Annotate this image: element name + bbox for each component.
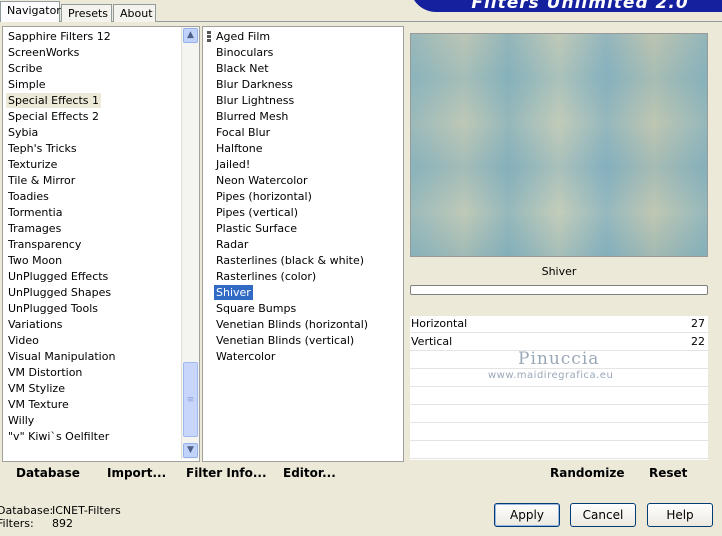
filter-item[interactable]: Venetian Blinds (vertical) bbox=[214, 333, 356, 348]
filter-item[interactable]: Pipes (vertical) bbox=[214, 205, 300, 220]
category-item[interactable]: Visual Manipulation bbox=[6, 349, 117, 364]
banner-title: Filters Unlimited 2.0 bbox=[471, 0, 689, 13]
reset-button[interactable]: Reset bbox=[649, 466, 687, 480]
category-item[interactable]: Tile & Mirror bbox=[6, 173, 77, 188]
parameter-grid: Horizontal 27 Vertical 22 bbox=[410, 316, 708, 460]
filter-item[interactable]: Blurred Mesh bbox=[214, 109, 290, 124]
filter-item[interactable]: Jailed! bbox=[214, 157, 252, 172]
editor-button[interactable]: Editor... bbox=[283, 466, 336, 480]
filter-item[interactable]: Square Bumps bbox=[214, 301, 298, 316]
category-item[interactable]: Transparency bbox=[6, 237, 83, 252]
preview-image bbox=[410, 33, 708, 257]
category-item[interactable]: Tramages bbox=[6, 221, 63, 236]
tab-about-label: About bbox=[120, 7, 153, 20]
scroll-thumb[interactable]: ≡ bbox=[183, 362, 198, 437]
filter-info-button[interactable]: Filter Info... bbox=[186, 466, 267, 480]
category-item[interactable]: UnPlugged Shapes bbox=[6, 285, 113, 300]
filter-item[interactable]: Neon Watercolor bbox=[214, 173, 310, 188]
watermark-url: www.maidiregrafica.eu bbox=[488, 370, 614, 381]
param-label: Vertical bbox=[411, 335, 453, 348]
filter-item[interactable]: Rasterlines (color) bbox=[214, 269, 318, 284]
tab-navigator-label: Navigator bbox=[7, 4, 61, 17]
param-row-empty bbox=[410, 406, 708, 423]
filter-name-label: Shiver bbox=[410, 262, 708, 282]
filter-item[interactable]: Shiver bbox=[214, 285, 253, 300]
category-item[interactable]: Teph's Tricks bbox=[6, 141, 79, 156]
category-scrollbar[interactable]: ▲ ≡ ▼ bbox=[181, 27, 199, 459]
randomize-button[interactable]: Randomize bbox=[550, 466, 624, 480]
database-info-value: ICNET-Filters bbox=[52, 504, 121, 517]
progress-bar bbox=[410, 285, 708, 295]
category-item[interactable]: Willy bbox=[6, 413, 36, 428]
category-item[interactable]: ScreenWorks bbox=[6, 45, 81, 60]
category-item[interactable]: UnPlugged Tools bbox=[6, 301, 100, 316]
cancel-button[interactable]: Cancel bbox=[570, 503, 636, 527]
tab-about[interactable]: About bbox=[113, 4, 156, 22]
filter-item[interactable]: Focal Blur bbox=[214, 125, 272, 140]
category-item[interactable]: "v" Kiwi`s Oelfilter bbox=[6, 429, 111, 444]
database-info-label: Database: bbox=[0, 504, 54, 517]
category-item[interactable]: Scribe bbox=[6, 61, 44, 76]
apply-button[interactable]: Apply bbox=[494, 503, 560, 527]
filter-item[interactable]: Blur Lightness bbox=[214, 93, 296, 108]
filter-item[interactable]: Watercolor bbox=[214, 349, 277, 364]
param-value: 27 bbox=[691, 317, 705, 330]
filter-list[interactable]: Aged Film Binoculars Black Net Blur Darknes… bbox=[202, 26, 404, 462]
param-row-empty bbox=[410, 424, 708, 441]
scroll-down-icon[interactable]: ▼ bbox=[183, 443, 198, 458]
list-grip-icon bbox=[207, 31, 212, 43]
category-item[interactable]: Toadies bbox=[6, 189, 51, 204]
category-item[interactable]: Sapphire Filters 12 bbox=[6, 29, 113, 44]
category-item[interactable]: Sybia bbox=[6, 125, 40, 140]
filter-item[interactable]: Halftone bbox=[214, 141, 265, 156]
help-button[interactable]: Help bbox=[647, 503, 713, 527]
tab-presets-label: Presets bbox=[68, 7, 109, 20]
watermark-name: Pinuccia bbox=[518, 349, 600, 369]
filter-item[interactable]: Pipes (horizontal) bbox=[214, 189, 314, 204]
category-item[interactable]: UnPlugged Effects bbox=[6, 269, 110, 284]
category-item[interactable]: VM Stylize bbox=[6, 381, 67, 396]
param-value: 22 bbox=[691, 335, 705, 348]
category-item[interactable]: Two Moon bbox=[6, 253, 64, 268]
category-item[interactable]: Video bbox=[6, 333, 41, 348]
filter-item[interactable]: Venetian Blinds (horizontal) bbox=[214, 317, 370, 332]
param-label: Horizontal bbox=[411, 317, 468, 330]
tab-navigator[interactable]: Navigator bbox=[0, 1, 61, 22]
category-item[interactable]: Tormentia bbox=[6, 205, 64, 220]
category-item[interactable]: VM Texture bbox=[6, 397, 71, 412]
category-item[interactable]: Texturize bbox=[6, 157, 59, 172]
app-banner: Filters Unlimited 2.0 bbox=[410, 0, 722, 13]
param-row-empty bbox=[410, 388, 708, 405]
filter-item[interactable]: Aged Film bbox=[214, 29, 272, 44]
filters-count-label: Filters: bbox=[0, 517, 34, 530]
category-item[interactable]: VM Distortion bbox=[6, 365, 84, 380]
filter-item[interactable]: Radar bbox=[214, 237, 250, 252]
import-button[interactable]: Import... bbox=[107, 466, 166, 480]
filter-item[interactable]: Rasterlines (black & white) bbox=[214, 253, 366, 268]
filter-item[interactable]: Blur Darkness bbox=[214, 77, 295, 92]
category-item[interactable]: Special Effects 1 bbox=[6, 93, 102, 108]
param-row-horizontal[interactable]: Horizontal 27 bbox=[410, 316, 708, 333]
tab-presets[interactable]: Presets bbox=[61, 4, 112, 22]
param-row-empty bbox=[410, 442, 708, 459]
filter-item[interactable]: Binoculars bbox=[214, 45, 275, 60]
category-item[interactable]: Special Effects 2 bbox=[6, 109, 101, 124]
filter-item[interactable]: Black Net bbox=[214, 61, 271, 76]
category-item[interactable]: Variations bbox=[6, 317, 65, 332]
scroll-up-icon[interactable]: ▲ bbox=[183, 28, 198, 43]
filters-count-value: 892 bbox=[52, 517, 73, 530]
category-list[interactable]: Sapphire Filters 12 ScreenWorks Scribe Simp… bbox=[2, 26, 200, 462]
filter-item[interactable]: Plastic Surface bbox=[214, 221, 299, 236]
database-button[interactable]: Database bbox=[16, 466, 80, 480]
category-item[interactable]: Simple bbox=[6, 77, 48, 92]
